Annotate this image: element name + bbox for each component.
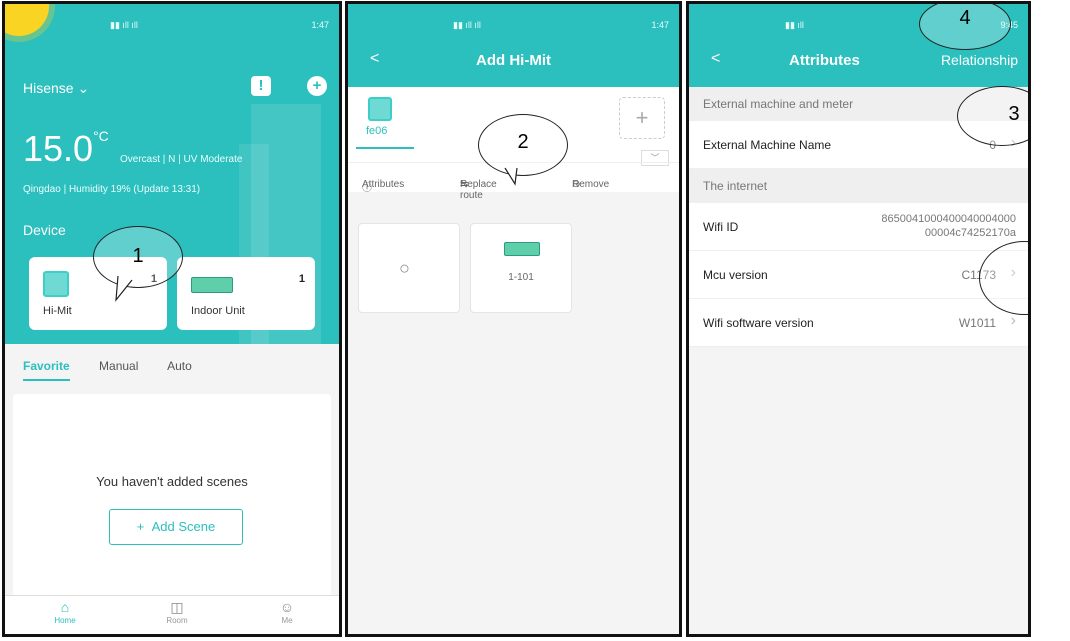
remove-action-label: Remove [572, 179, 610, 190]
gateway-icon [368, 97, 392, 121]
search-icon: ○ [399, 258, 410, 278]
nav-room-label: Room [166, 616, 188, 625]
row-value: 8650041000400040004000 00004c74252170a [881, 212, 1016, 240]
user-icon: ☺ [279, 599, 295, 615]
temperature-unit: °C [93, 128, 109, 144]
wifi-id-row: Wifi ID 8650041000400040004000 00004c7425… [689, 203, 1028, 251]
gateway-tab-underline [356, 147, 414, 149]
add-scene-label: Add Scene [151, 519, 216, 534]
tab-manual[interactable]: Manual [99, 359, 138, 373]
add-icon[interactable]: + [307, 76, 327, 96]
tab-auto[interactable]: Auto [167, 359, 192, 373]
chevron-down-icon: ⌄ [77, 80, 90, 96]
mcu-version-row[interactable]: Mcu version C1173 › [689, 251, 1028, 299]
bubble-number: 1 [132, 245, 144, 267]
bubble-number: 3 [1008, 103, 1020, 125]
device-name: Hi-Mit [43, 305, 72, 317]
back-icon[interactable]: < [711, 50, 720, 68]
door-icon: ◫ [170, 599, 184, 615]
group-label: External machine and meter [703, 97, 854, 111]
row-value: W1011 [958, 316, 996, 330]
group-label: The internet [703, 179, 768, 193]
signal-icon: ▮▮ ıll [785, 20, 804, 30]
add-gateway-button[interactable]: + [619, 97, 665, 139]
nav-me-label: Me [281, 616, 293, 625]
status-time: 1:47 [311, 20, 329, 30]
row-key: External Machine Name [703, 138, 832, 152]
unit-label: 1-101 [508, 272, 534, 283]
device-section-title: Device [23, 222, 66, 238]
row-key: Wifi ID [703, 220, 739, 234]
annotation-bubble-2: 2 [478, 114, 568, 176]
home-selector[interactable]: Hisense ⌄ [23, 80, 89, 97]
bubble-tail [504, 167, 518, 186]
bubble-number: 5 [992, 266, 1028, 289]
phone-attributes: ▮▮ ıll 9:45 < Attributes Relationship Ex… [686, 1, 1031, 637]
page-title: Attributes [789, 52, 860, 69]
phone-add-hi-mit: ▮▮ ıll ıll 1:47 < Add Hi-Mit fe06 + ﹀ ⓘ … [345, 1, 682, 637]
status-bar: ▮▮ ıll ıll 1:47 [5, 4, 339, 44]
alert-icon[interactable]: ! [251, 76, 271, 96]
relationship-link[interactable]: Relationship [941, 52, 1018, 68]
scene-tabs: Favorite Manual Auto [23, 359, 218, 381]
plus-icon: + [136, 519, 145, 534]
nav-me[interactable]: ☺ Me [257, 598, 317, 625]
device-name: Indoor Unit [191, 305, 245, 317]
search-tile[interactable]: ○ [358, 223, 460, 313]
temperature: 15.0°C [23, 128, 109, 170]
gateway-icon [43, 271, 69, 297]
nav-home-label: Home [54, 616, 76, 625]
bubble-number: 4 [959, 7, 971, 29]
bubble-number: 2 [517, 131, 529, 153]
device-card-indoor-unit[interactable]: Indoor Unit 1 [177, 257, 315, 330]
page-title: Add Hi-Mit [476, 52, 551, 69]
signal-icon: ▮▮ ıll ıll [110, 20, 138, 30]
bottom-nav: ⌂ Home ◫ Room ☺ Me [5, 595, 339, 634]
unit-tile[interactable]: 1-101 [470, 223, 572, 313]
scene-panel: You haven't added scenes + Add Scene [13, 394, 331, 599]
signal-icon: ▮▮ ıll ıll [453, 20, 481, 30]
indoor-unit-icon [504, 242, 540, 256]
attributes-action-label: Attributes [362, 179, 405, 190]
row-key: Wifi software version [703, 316, 814, 330]
device-count: 1 [298, 273, 305, 285]
row-key: Mcu version [703, 268, 768, 282]
empty-scenes-message: You haven't added scenes [96, 474, 248, 489]
add-hi-mit-header: ▮▮ ıll ıll 1:47 < Add Hi-Mit [348, 4, 679, 87]
indoor-unit-icon [191, 277, 233, 293]
chevron-right-icon: › [1010, 312, 1016, 329]
group-header-internet: The internet [689, 169, 1028, 203]
home-name: Hisense [23, 80, 74, 96]
wifi-id-line2: 00004c74252170a [924, 227, 1016, 239]
nav-room[interactable]: ◫ Room [147, 598, 207, 625]
add-scene-button[interactable]: + Add Scene [109, 509, 243, 545]
status-time: 1:47 [651, 20, 669, 30]
weather-info: Overcast | N | UV Moderate [120, 154, 243, 165]
status-bar: ▮▮ ıll ıll 1:47 [348, 4, 679, 44]
wifi-id-line1: 8650041000400040004000 [881, 213, 1016, 225]
nav-home[interactable]: ⌂ Home [35, 598, 95, 625]
temperature-value: 15.0 [23, 128, 94, 169]
wifi-software-version-row[interactable]: Wifi software version W1011 › [689, 299, 1028, 347]
home-icon: ⌂ [60, 599, 70, 615]
replace-route-action-label: Replace route [460, 179, 497, 201]
phone-home-screen: ▮▮ ıll ıll 1:47 Hisense ⌄ ! + 15.0°C Ove… [2, 1, 342, 637]
tab-favorite[interactable]: Favorite [23, 359, 70, 381]
gateway-label[interactable]: fe06 [366, 125, 387, 137]
location-info: Qingdao | Humidity 19% (Update 13:31) [23, 184, 201, 195]
bubble-tail [115, 275, 133, 302]
home-header: ▮▮ ıll ıll 1:47 Hisense ⌄ ! + 15.0°C Ove… [5, 4, 339, 344]
